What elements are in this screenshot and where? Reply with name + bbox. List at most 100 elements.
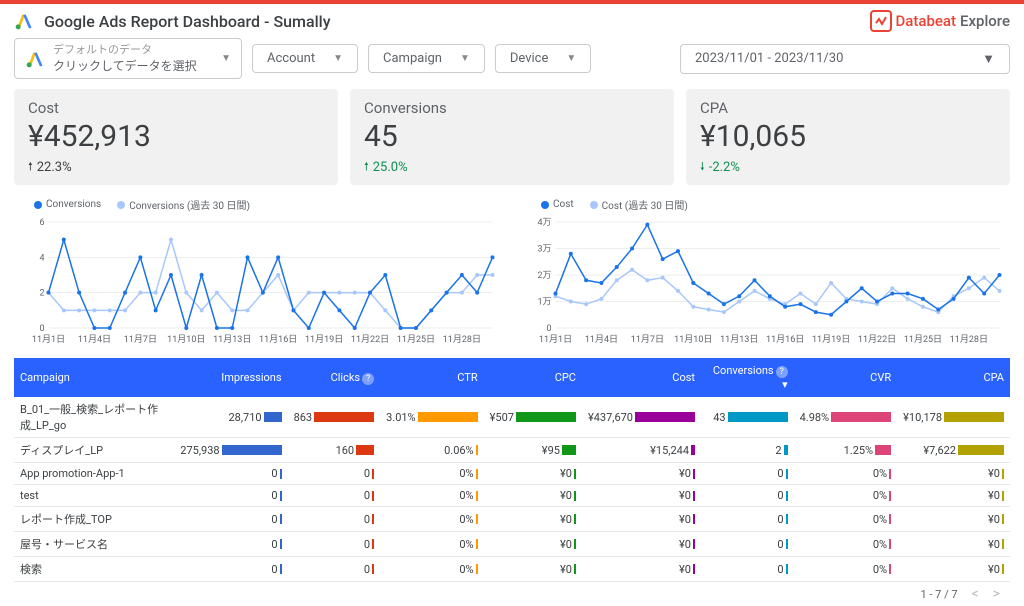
device-dropdown[interactable]: Device▼ bbox=[495, 44, 591, 73]
ctr-cell: 0% bbox=[380, 557, 484, 582]
svg-text:11月22日: 11月22日 bbox=[351, 334, 389, 345]
cost-cell: ¥0 bbox=[582, 532, 701, 557]
svg-text:11月16日: 11月16日 bbox=[259, 334, 297, 345]
conv-cell: 0 bbox=[701, 532, 794, 557]
conv-cell: 43 bbox=[701, 397, 794, 438]
next-page-button[interactable]: > bbox=[993, 586, 1000, 602]
cpc-cell: ¥507 bbox=[484, 397, 582, 438]
cpc-cell: ¥0 bbox=[484, 532, 582, 557]
chevron-down-icon: ▼ bbox=[566, 53, 576, 64]
legend-item: Conversions (過去 30 日間) bbox=[117, 197, 250, 212]
col-header[interactable]: Clicks? bbox=[288, 358, 381, 397]
svg-text:11月4日: 11月4日 bbox=[78, 334, 111, 345]
info-icon[interactable]: ? bbox=[776, 366, 788, 378]
col-header[interactable]: Cost bbox=[582, 358, 701, 397]
kpi-card[interactable]: Conversions 45 🠕 25.0% bbox=[350, 89, 674, 185]
svg-text:11月22日: 11月22日 bbox=[858, 334, 896, 345]
svg-text:6: 6 bbox=[39, 218, 44, 228]
table-row[interactable]: 屋号・サービス名 0 0 0% ¥0 ¥0 0 0% ¥0 bbox=[14, 532, 1010, 557]
table-row[interactable]: App promotion-App-1 0 0 0% ¥0 ¥0 0 0% ¥0 bbox=[14, 463, 1010, 485]
kpi-change: 🠕 25.0% bbox=[364, 158, 660, 177]
kpi-change: 🠕 22.3% bbox=[28, 158, 324, 177]
date-range-text: 2023/11/01 - 2023/11/30 bbox=[695, 51, 843, 67]
databeat-icon bbox=[870, 10, 892, 32]
svg-text:11月25日: 11月25日 bbox=[397, 334, 435, 345]
svg-text:11月13日: 11月13日 bbox=[720, 334, 758, 345]
svg-text:0: 0 bbox=[39, 324, 44, 334]
chart-canvas: 01万2万3万4万11月1日11月4日11月7日11月10日11月13日11月1… bbox=[521, 216, 1010, 346]
impressions-cell: 28,710 bbox=[174, 397, 287, 438]
account-label: Account bbox=[267, 51, 315, 66]
prev-page-button[interactable]: < bbox=[972, 586, 979, 602]
table-row[interactable]: B_01_一般_検索_レポート作成_LP_go 28,710 863 3.01%… bbox=[14, 397, 1010, 438]
ctr-cell: 0.06% bbox=[380, 438, 484, 463]
col-header[interactable]: CPA bbox=[897, 358, 1010, 397]
cvr-cell: 4.98% bbox=[794, 397, 898, 438]
cost-cell: ¥437,670 bbox=[582, 397, 701, 438]
cpa-cell: ¥0 bbox=[897, 485, 1010, 507]
brand-badge: Databeat Explore bbox=[870, 10, 1011, 32]
svg-text:11月28日: 11月28日 bbox=[443, 334, 481, 345]
cpa-cell: ¥0 bbox=[897, 463, 1010, 485]
clicks-cell: 0 bbox=[288, 532, 381, 557]
data-select-label: デフォルトのデータ bbox=[53, 43, 197, 57]
kpi-card[interactable]: Cost ¥452,913 🠕 22.3% bbox=[14, 89, 338, 185]
col-header[interactable]: CPC bbox=[484, 358, 582, 397]
chevron-down-icon: ▼ bbox=[460, 53, 470, 64]
svg-text:11月10日: 11月10日 bbox=[674, 334, 712, 345]
date-range-picker[interactable]: 2023/11/01 - 2023/11/30▼ bbox=[680, 44, 1010, 74]
impressions-cell: 0 bbox=[174, 485, 287, 507]
table-row[interactable]: 検索 0 0 0% ¥0 ¥0 0 0% ¥0 bbox=[14, 557, 1010, 582]
campaign-cell: ディスプレイ_LP bbox=[14, 438, 174, 463]
col-header[interactable]: Impressions bbox=[174, 358, 287, 397]
campaign-dropdown[interactable]: Campaign ▼ bbox=[368, 44, 485, 73]
conv-cell: 0 bbox=[701, 463, 794, 485]
table-row[interactable]: test 0 0 0% ¥0 ¥0 0 0% ¥0 bbox=[14, 485, 1010, 507]
sort-down-icon: ▾ bbox=[782, 378, 788, 391]
up-arrow-icon: 🠕 bbox=[364, 158, 369, 177]
svg-text:11月7日: 11月7日 bbox=[124, 334, 157, 345]
col-header[interactable]: Conversions? ▾ bbox=[701, 358, 794, 397]
down-arrow-icon: 🠗 bbox=[700, 158, 705, 177]
campaign-table: CampaignImpressionsClicks?CTRCPCCostConv… bbox=[0, 358, 1024, 606]
svg-text:11月25日: 11月25日 bbox=[904, 334, 942, 345]
clicks-cell: 0 bbox=[288, 557, 381, 582]
ctr-cell: 3.01% bbox=[380, 397, 484, 438]
svg-text:11月1日: 11月1日 bbox=[32, 334, 65, 345]
svg-text:11月7日: 11月7日 bbox=[631, 334, 664, 345]
chevron-down-icon: ▼ bbox=[333, 53, 343, 64]
conv-cell: 0 bbox=[701, 507, 794, 532]
svg-text:11月28日: 11月28日 bbox=[950, 334, 988, 345]
svg-text:0: 0 bbox=[546, 324, 551, 334]
campaign-cell: App promotion-App-1 bbox=[14, 463, 174, 485]
ctr-cell: 0% bbox=[380, 507, 484, 532]
account-dropdown[interactable]: Account ▼ bbox=[252, 44, 358, 73]
info-icon[interactable]: ? bbox=[362, 373, 374, 385]
data-select-sub: クリックしてデータを選択 bbox=[53, 57, 197, 74]
cvr-cell: 0% bbox=[794, 485, 898, 507]
google-ads-mini-icon bbox=[25, 49, 45, 69]
cvr-cell: 1.25% bbox=[794, 438, 898, 463]
ctr-cell: 0% bbox=[380, 485, 484, 507]
data-source-select[interactable]: デフォルトのデータ クリックしてデータを選択 ▼ bbox=[14, 38, 242, 79]
svg-text:2: 2 bbox=[39, 289, 44, 299]
col-header[interactable]: CVR bbox=[794, 358, 898, 397]
kpi-cards: Cost ¥452,913 🠕 22.3% Conversions 45 🠕 2… bbox=[0, 89, 1024, 195]
cpa-cell: ¥0 bbox=[897, 532, 1010, 557]
table-row[interactable]: ディスプレイ_LP 275,938 160 0.06% ¥95 ¥15,244 … bbox=[14, 438, 1010, 463]
chevron-down-icon: ▼ bbox=[221, 53, 231, 64]
col-header[interactable]: Campaign bbox=[14, 358, 174, 397]
campaign-label: Campaign bbox=[383, 51, 442, 66]
impressions-cell: 0 bbox=[174, 507, 287, 532]
kpi-value: 45 bbox=[364, 119, 660, 154]
controls-bar: デフォルトのデータ クリックしてデータを選択 ▼ Account ▼ Campai… bbox=[0, 38, 1024, 89]
header: Google Ads Report Dashboard - Sumally Da… bbox=[0, 4, 1024, 38]
clicks-cell: 160 bbox=[288, 438, 381, 463]
cvr-cell: 0% bbox=[794, 463, 898, 485]
impressions-cell: 275,938 bbox=[174, 438, 287, 463]
cpa-cell: ¥7,622 bbox=[897, 438, 1010, 463]
table-row[interactable]: レポート作成_TOP 0 0 0% ¥0 ¥0 0 0% ¥0 bbox=[14, 507, 1010, 532]
kpi-card[interactable]: CPA ¥10,065 🠗 -2.2% bbox=[686, 89, 1010, 185]
col-header[interactable]: CTR bbox=[380, 358, 484, 397]
cpa-cell: ¥10,178 bbox=[897, 397, 1010, 438]
